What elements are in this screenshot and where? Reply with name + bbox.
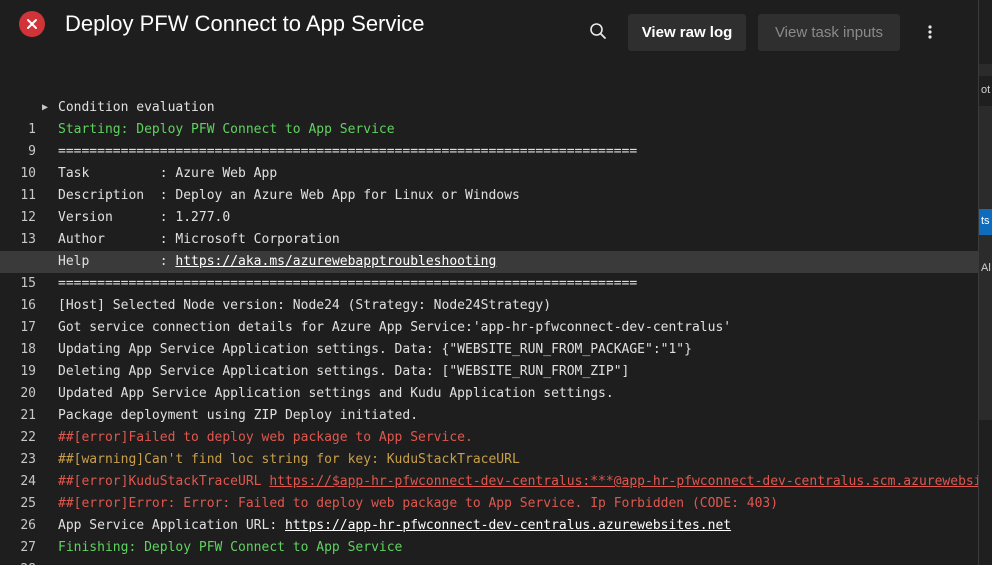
log-prefix: Help : (58, 254, 176, 269)
task-title: Deploy PFW Connect to App Service (65, 11, 425, 36)
log-text: Condition evaluation (58, 100, 215, 115)
task-header: Deploy PFW Connect to App Service View r… (0, 0, 978, 62)
log-text: [Host] Selected Node version: Node24 (St… (58, 298, 552, 313)
log-line: 13 Version : 1.277.0 (0, 207, 978, 247)
log-line-error: 25 ##[error]KuduStackTraceURL https://$a… (0, 471, 978, 511)
search-button[interactable] (584, 17, 612, 45)
log-line-highlighted: 15 Help : https://aka.ms/azurewebapptrou… (0, 251, 978, 291)
log-line: 20 Deleting App Service Application sett… (0, 361, 978, 401)
line-number[interactable]: 28 (0, 559, 36, 565)
more-vertical-icon (928, 25, 932, 39)
log-line: 17 [Host] Selected Node version: Node24 … (0, 295, 978, 335)
log-text: ##[error]Failed to deploy web package to… (58, 430, 473, 445)
kudu-stack-trace-link[interactable]: https://$app-hr-pfwconnect-dev-centralus… (269, 474, 978, 489)
view-raw-log-button[interactable]: View raw log (628, 14, 746, 51)
log-text: Finishing: Deploy PFW Connect to App Ser… (58, 540, 403, 555)
failed-status-icon (19, 11, 45, 37)
strip-fragment: ts (981, 215, 990, 227)
log-text: Updating App Service Application setting… (58, 342, 692, 357)
log-text: Description : Deploy an Azure Web App fo… (58, 188, 520, 203)
strip-bar (979, 420, 992, 565)
log-line[interactable]: 1 ▶ Condition evaluation (0, 97, 978, 137)
log-line: 12 Description : Deploy an Azure Web App… (0, 185, 978, 225)
log-line-error: 26 ##[error]Error: Error: Failed to depl… (0, 493, 978, 533)
log-text: Author : Microsoft Corporation (58, 232, 340, 247)
log-text: Deleting App Service Application setting… (58, 364, 630, 379)
log-text: Version : 1.277.0 (58, 210, 231, 225)
log-text: Starting: Deploy PFW Connect to App Serv… (58, 122, 395, 137)
log-line: 11 Task : Azure Web App (0, 163, 978, 203)
log-text: Got service connection details for Azure… (58, 320, 732, 335)
log-line-warning: 24 ##[warning]Can't find loc string for … (0, 449, 978, 489)
more-actions-button[interactable] (918, 20, 942, 44)
expand-caret-icon[interactable]: ▶ (42, 97, 48, 119)
log-line: 18 Got service connection details for Az… (0, 317, 978, 357)
log-line: 14 Author : Microsoft Corporation (0, 229, 978, 269)
log-prefix: ##[error]KuduStackTraceURL (58, 474, 270, 489)
log-text: Task : Azure Web App (58, 166, 278, 181)
log-text: Help : https://aka.ms/azurewebapptrouble… (58, 251, 496, 273)
log-output: 1 ▶ Condition evaluation 9 Starting: Dep… (0, 97, 978, 565)
log-text: Package deployment using ZIP Deploy init… (58, 408, 419, 423)
log-line: 16 =====================================… (0, 273, 978, 313)
log-text: ========================================… (58, 276, 638, 291)
background-window-strip: ot ts Al (978, 0, 992, 565)
log-text: App Service Application URL: https://app… (58, 515, 731, 537)
log-line: 19 Updating App Service Application sett… (0, 339, 978, 379)
log-line: 28 Finishing: Deploy PFW Connect to App … (0, 537, 978, 565)
log-text: Updated App Service Application settings… (58, 386, 614, 401)
task-log-panel: Deploy PFW Connect to App Service View r… (0, 0, 978, 565)
log-text: ##[error]Error: Error: Failed to deploy … (58, 496, 779, 511)
help-link[interactable]: https://aka.ms/azurewebapptroubleshootin… (175, 254, 496, 269)
log-prefix: App Service Application URL: (58, 518, 285, 533)
app-service-url-link[interactable]: https://app-hr-pfwconnect-dev-centralus.… (285, 518, 731, 533)
log-line: 27 App Service Application URL: https://… (0, 515, 978, 555)
view-task-inputs-button[interactable]: View task inputs (758, 14, 900, 51)
log-text: ##[error]KuduStackTraceURL https://$app-… (58, 471, 978, 493)
log-line: 21 Updated App Service Application setti… (0, 383, 978, 423)
log-text: ========================================… (58, 144, 638, 159)
strip-fragment: Al (981, 262, 991, 274)
log-text: ##[warning]Can't find loc string for key… (58, 452, 520, 467)
strip-bar (979, 0, 992, 64)
strip-fragment: ot (981, 84, 991, 96)
log-line-error: 23 ##[error]Failed to deploy web package… (0, 427, 978, 467)
log-line: 9 Starting: Deploy PFW Connect to App Se… (0, 119, 978, 159)
log-line: 10 =====================================… (0, 141, 978, 181)
search-icon (590, 23, 606, 39)
log-line: 22 Package deployment using ZIP Deploy i… (0, 405, 978, 445)
